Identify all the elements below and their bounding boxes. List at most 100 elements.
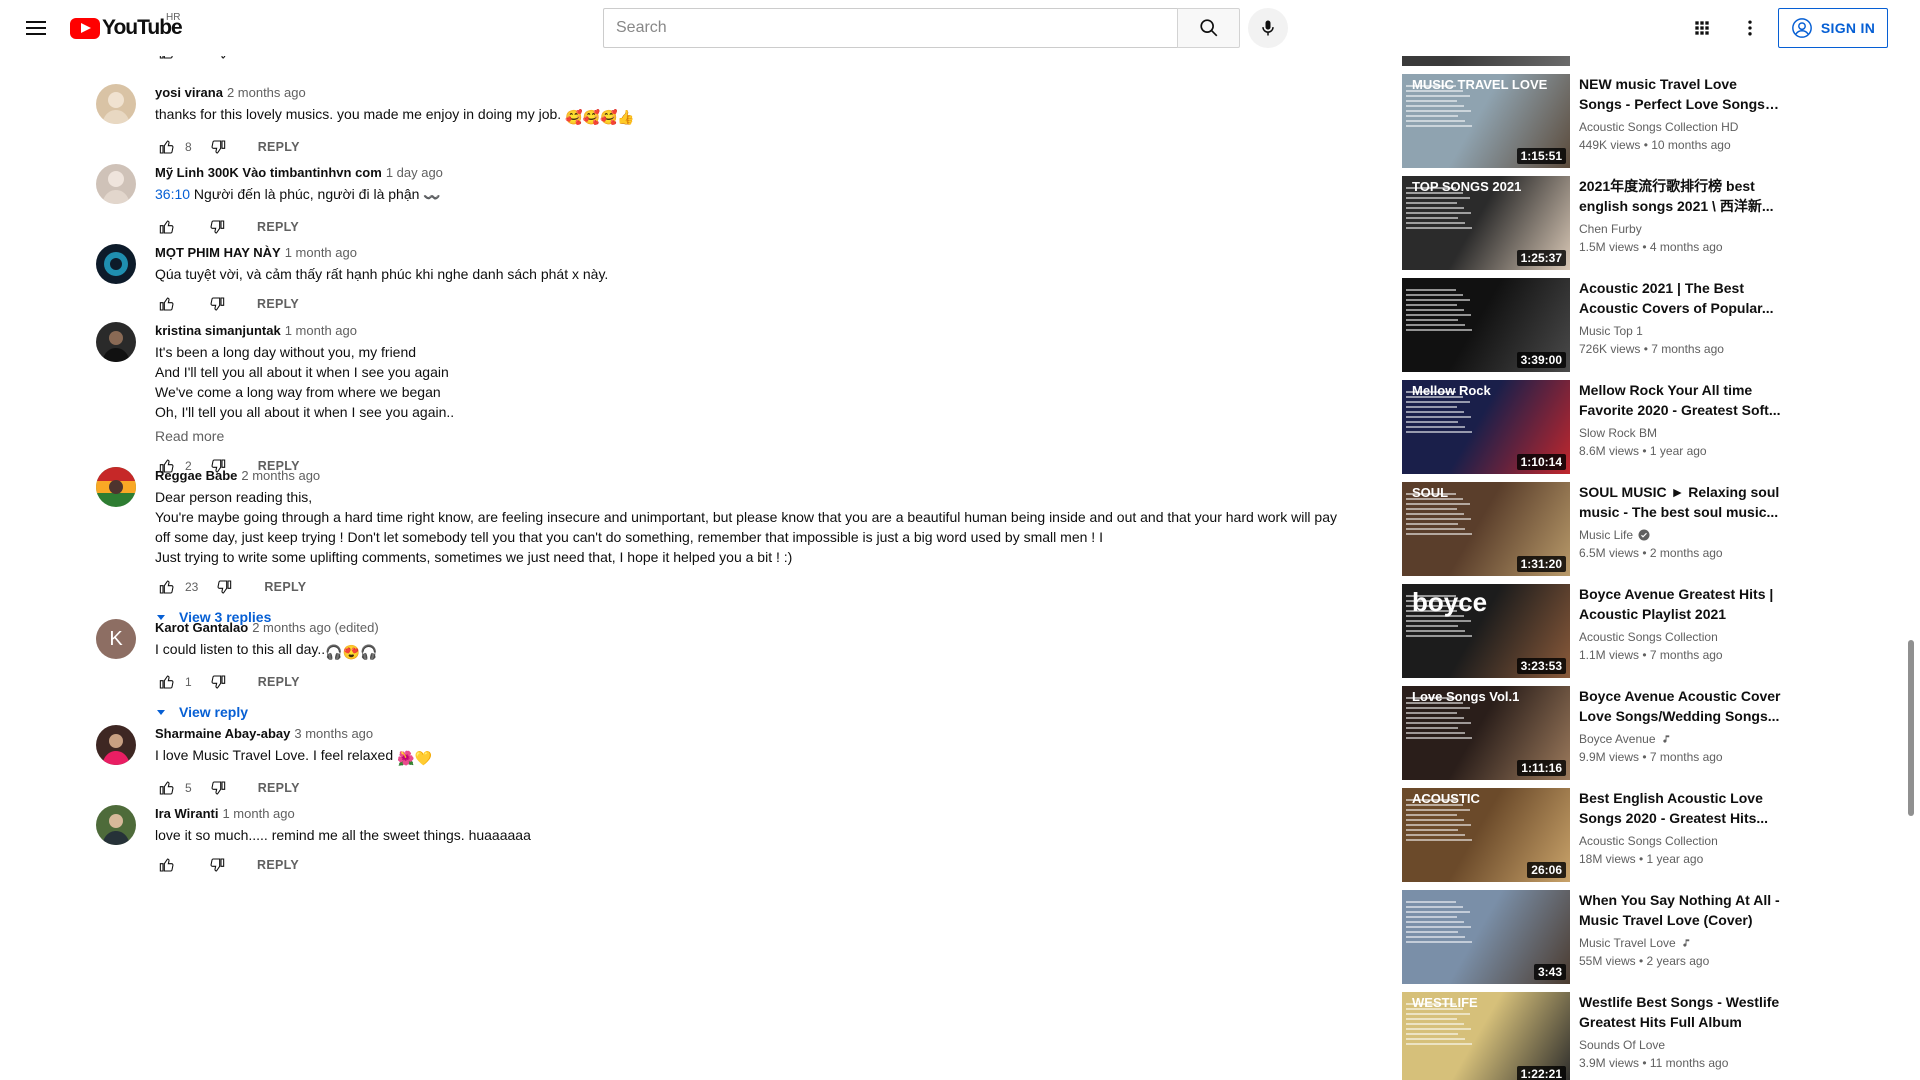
channel-name[interactable]: Music Top 1 xyxy=(1579,322,1643,340)
like-button[interactable] xyxy=(155,575,179,599)
video-thumbnail[interactable]: 3:39:00 xyxy=(1402,278,1570,372)
channel-name[interactable]: Slow Rock BM xyxy=(1579,424,1657,442)
recommended-video[interactable]: 3:39:00 Acoustic 2021 | The Best Acoustic… xyxy=(1402,278,1782,372)
video-thumbnail[interactable]: WESTLIFE 1:22:21 xyxy=(1402,992,1570,1080)
like-button[interactable] xyxy=(155,670,179,694)
recommended-video[interactable]: Mellow Rock 1:10:14 Mellow Rock Your All t… xyxy=(1402,380,1782,474)
video-title[interactable]: 2021年度流行歌排行榜 best english songs 2021 \ 西… xyxy=(1579,176,1782,216)
timestamp-link[interactable]: 36:10 xyxy=(155,186,190,202)
recommended-video[interactable]: 3:43 When You Say Nothing At All - Music … xyxy=(1402,890,1782,984)
search-button[interactable] xyxy=(1177,8,1240,48)
comment-time[interactable]: 3 months ago xyxy=(294,726,373,741)
dislike-button[interactable] xyxy=(212,575,236,599)
reply-button[interactable]: REPLY xyxy=(258,675,300,689)
video-title[interactable]: Mellow Rock Your All time Favorite 2020 … xyxy=(1579,380,1782,420)
thumbs-up-icon xyxy=(159,580,174,594)
video-thumbnail[interactable]: Mellow Rock 1:10:14 xyxy=(1402,380,1570,474)
video-title[interactable]: Best English Acoustic Love Songs 2020 - … xyxy=(1579,788,1782,828)
channel-name[interactable]: Chen Furby xyxy=(1579,220,1642,238)
avatar[interactable] xyxy=(96,84,136,124)
reply-button[interactable]: REPLY xyxy=(257,220,299,234)
dislike-button[interactable] xyxy=(206,776,230,800)
video-thumbnail[interactable]: MUSIC TRAVEL LOVE 1:15:51 xyxy=(1402,74,1570,168)
video-title[interactable]: Boyce Avenue Acoustic Cover Love Songs/W… xyxy=(1579,686,1782,726)
comment-author[interactable]: Ira Wiranti xyxy=(155,806,218,821)
channel-name[interactable]: Boyce Avenue xyxy=(1579,730,1656,748)
scrollbar-thumb[interactable] xyxy=(1908,640,1914,816)
dislike-button[interactable] xyxy=(205,292,229,316)
reply-button[interactable]: REPLY xyxy=(264,580,306,594)
channel-name[interactable]: Acoustic Songs Collection xyxy=(1579,832,1718,850)
dislike-button[interactable] xyxy=(205,853,229,877)
comment-author[interactable]: Sharmaine Abay-abay xyxy=(155,726,290,741)
view-replies-button[interactable]: View reply xyxy=(155,702,1375,722)
channel-name[interactable]: Music Life xyxy=(1579,526,1633,544)
avatar[interactable] xyxy=(96,805,136,845)
thumbs-down-icon xyxy=(210,297,225,311)
channel-name[interactable]: Acoustic Songs Collection HD xyxy=(1579,118,1738,136)
reply-button[interactable]: REPLY xyxy=(257,858,299,872)
video-thumbnail[interactable]: TOP SONGS 2021 1:25:37 xyxy=(1402,176,1570,270)
youtube-logo[interactable]: YouTube HR xyxy=(70,12,183,40)
recommended-video[interactable]: TOP SONGS 2021 1:25:37 2021年度流行歌排行榜 best e… xyxy=(1402,176,1782,270)
search-input[interactable] xyxy=(604,9,1177,47)
channel-name[interactable]: Music Travel Love xyxy=(1579,934,1676,952)
video-thumbnail[interactable]: 3:43 xyxy=(1402,890,1570,984)
comment-author[interactable]: kristina simanjuntak xyxy=(155,323,281,338)
recommended-video[interactable]: WESTLIFE 1:22:21 Westlife Best Songs - Wes… xyxy=(1402,992,1782,1080)
comment-time[interactable]: 2 months ago (edited) xyxy=(252,620,378,635)
video-title[interactable]: When You Say Nothing At All - Music Trav… xyxy=(1579,890,1782,930)
dislike-button[interactable] xyxy=(206,670,230,694)
comment-author[interactable]: Mỹ Linh 300K Vào timbantinhvn com xyxy=(155,165,382,180)
read-more-link[interactable]: Read more xyxy=(155,426,1375,446)
comment-author[interactable]: MỌT PHIM HAY NÀY xyxy=(155,245,281,260)
video-thumbnail[interactable]: ACOUSTIC 26:06 xyxy=(1402,788,1570,882)
menu-icon[interactable] xyxy=(16,12,56,44)
reply-button[interactable]: REPLY xyxy=(258,140,300,154)
reply-button[interactable]: REPLY xyxy=(258,781,300,795)
avatar[interactable] xyxy=(96,244,136,284)
apps-button[interactable] xyxy=(1682,12,1722,44)
comment-author[interactable]: Karot Gantalao xyxy=(155,620,248,635)
comment-time[interactable]: 1 day ago xyxy=(386,165,443,180)
channel-name[interactable]: Acoustic Songs Collection xyxy=(1579,628,1718,646)
sign-in-button[interactable]: SIGN IN xyxy=(1778,8,1888,48)
comment-author[interactable]: yosi virana xyxy=(155,85,223,100)
video-thumbnail[interactable]: Love Songs Vol.1 1:11:16 xyxy=(1402,686,1570,780)
comment-time[interactable]: 2 months ago xyxy=(227,85,306,100)
comment-time[interactable]: 1 month ago xyxy=(222,806,294,821)
avatar[interactable] xyxy=(96,725,136,765)
avatar[interactable]: K xyxy=(96,619,136,659)
avatar[interactable] xyxy=(96,322,136,362)
like-button[interactable] xyxy=(155,776,179,800)
recommended-video[interactable]: Love Songs Vol.1 1:11:16 Boyce Avenue Acou… xyxy=(1402,686,1782,780)
avatar[interactable] xyxy=(96,164,136,204)
recommended-video[interactable]: boyce 3:23:53 Boyce Avenue Greatest Hits |… xyxy=(1402,584,1782,678)
voice-search-button[interactable] xyxy=(1248,8,1288,48)
comment-author[interactable]: Reggae Babe xyxy=(155,468,237,483)
video-thumbnail[interactable]: boyce 3:23:53 xyxy=(1402,584,1570,678)
avatar[interactable] xyxy=(96,467,136,507)
like-button[interactable] xyxy=(155,292,179,316)
comment-time[interactable]: 1 month ago xyxy=(285,323,357,338)
recommended-video[interactable]: ACOUSTIC 26:06 Best English Acoustic Love … xyxy=(1402,788,1782,882)
channel-row: Music Travel Love xyxy=(1579,934,1782,952)
video-title[interactable]: Acoustic 2021 | The Best Acoustic Covers… xyxy=(1579,278,1782,318)
recommended-video[interactable]: SOUL 1:31:20 SOUL MUSIC ► Relaxing soul mu… xyxy=(1402,482,1782,576)
dislike-button[interactable] xyxy=(206,135,230,159)
channel-name[interactable]: Sounds Of Love xyxy=(1579,1036,1665,1054)
like-button[interactable] xyxy=(155,135,179,159)
video-title[interactable]: Boyce Avenue Greatest Hits | Acoustic Pl… xyxy=(1579,584,1782,624)
dislike-button[interactable] xyxy=(205,215,229,239)
comment-time[interactable]: 2 months ago xyxy=(241,468,320,483)
video-title[interactable]: NEW music Travel Love Songs - Perfect Lo… xyxy=(1579,74,1782,114)
video-thumbnail[interactable]: SOUL 1:31:20 xyxy=(1402,482,1570,576)
video-title[interactable]: Westlife Best Songs - Westlife Greatest … xyxy=(1579,992,1782,1032)
like-button[interactable] xyxy=(155,215,179,239)
like-button[interactable] xyxy=(155,853,179,877)
comment-time[interactable]: 1 month ago xyxy=(285,245,357,260)
recommended-video[interactable]: MUSIC TRAVEL LOVE 1:15:51 NEW music Travel… xyxy=(1402,74,1782,168)
video-title[interactable]: SOUL MUSIC ► Relaxing soul music - The b… xyxy=(1579,482,1782,522)
settings-more-button[interactable] xyxy=(1730,12,1770,44)
reply-button[interactable]: REPLY xyxy=(257,297,299,311)
